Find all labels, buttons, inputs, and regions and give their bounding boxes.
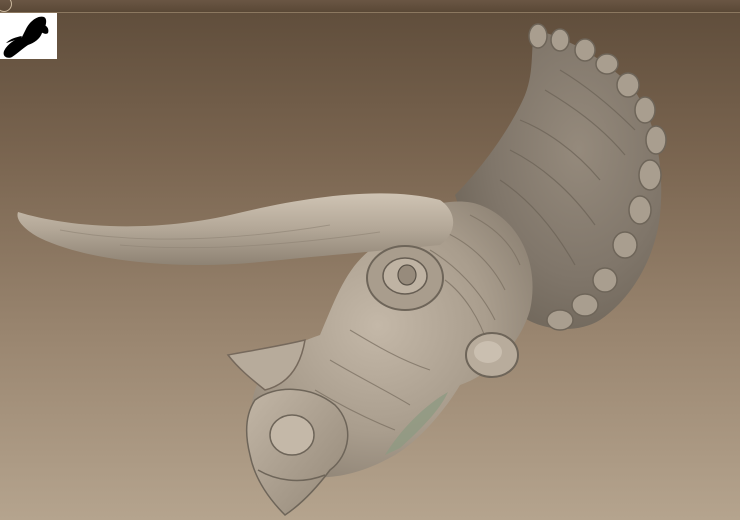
dinosaur-head-sculpt[interactable] bbox=[0, 0, 740, 520]
beak bbox=[245, 388, 349, 516]
eye bbox=[366, 245, 444, 311]
3d-viewport[interactable] bbox=[0, 0, 740, 520]
